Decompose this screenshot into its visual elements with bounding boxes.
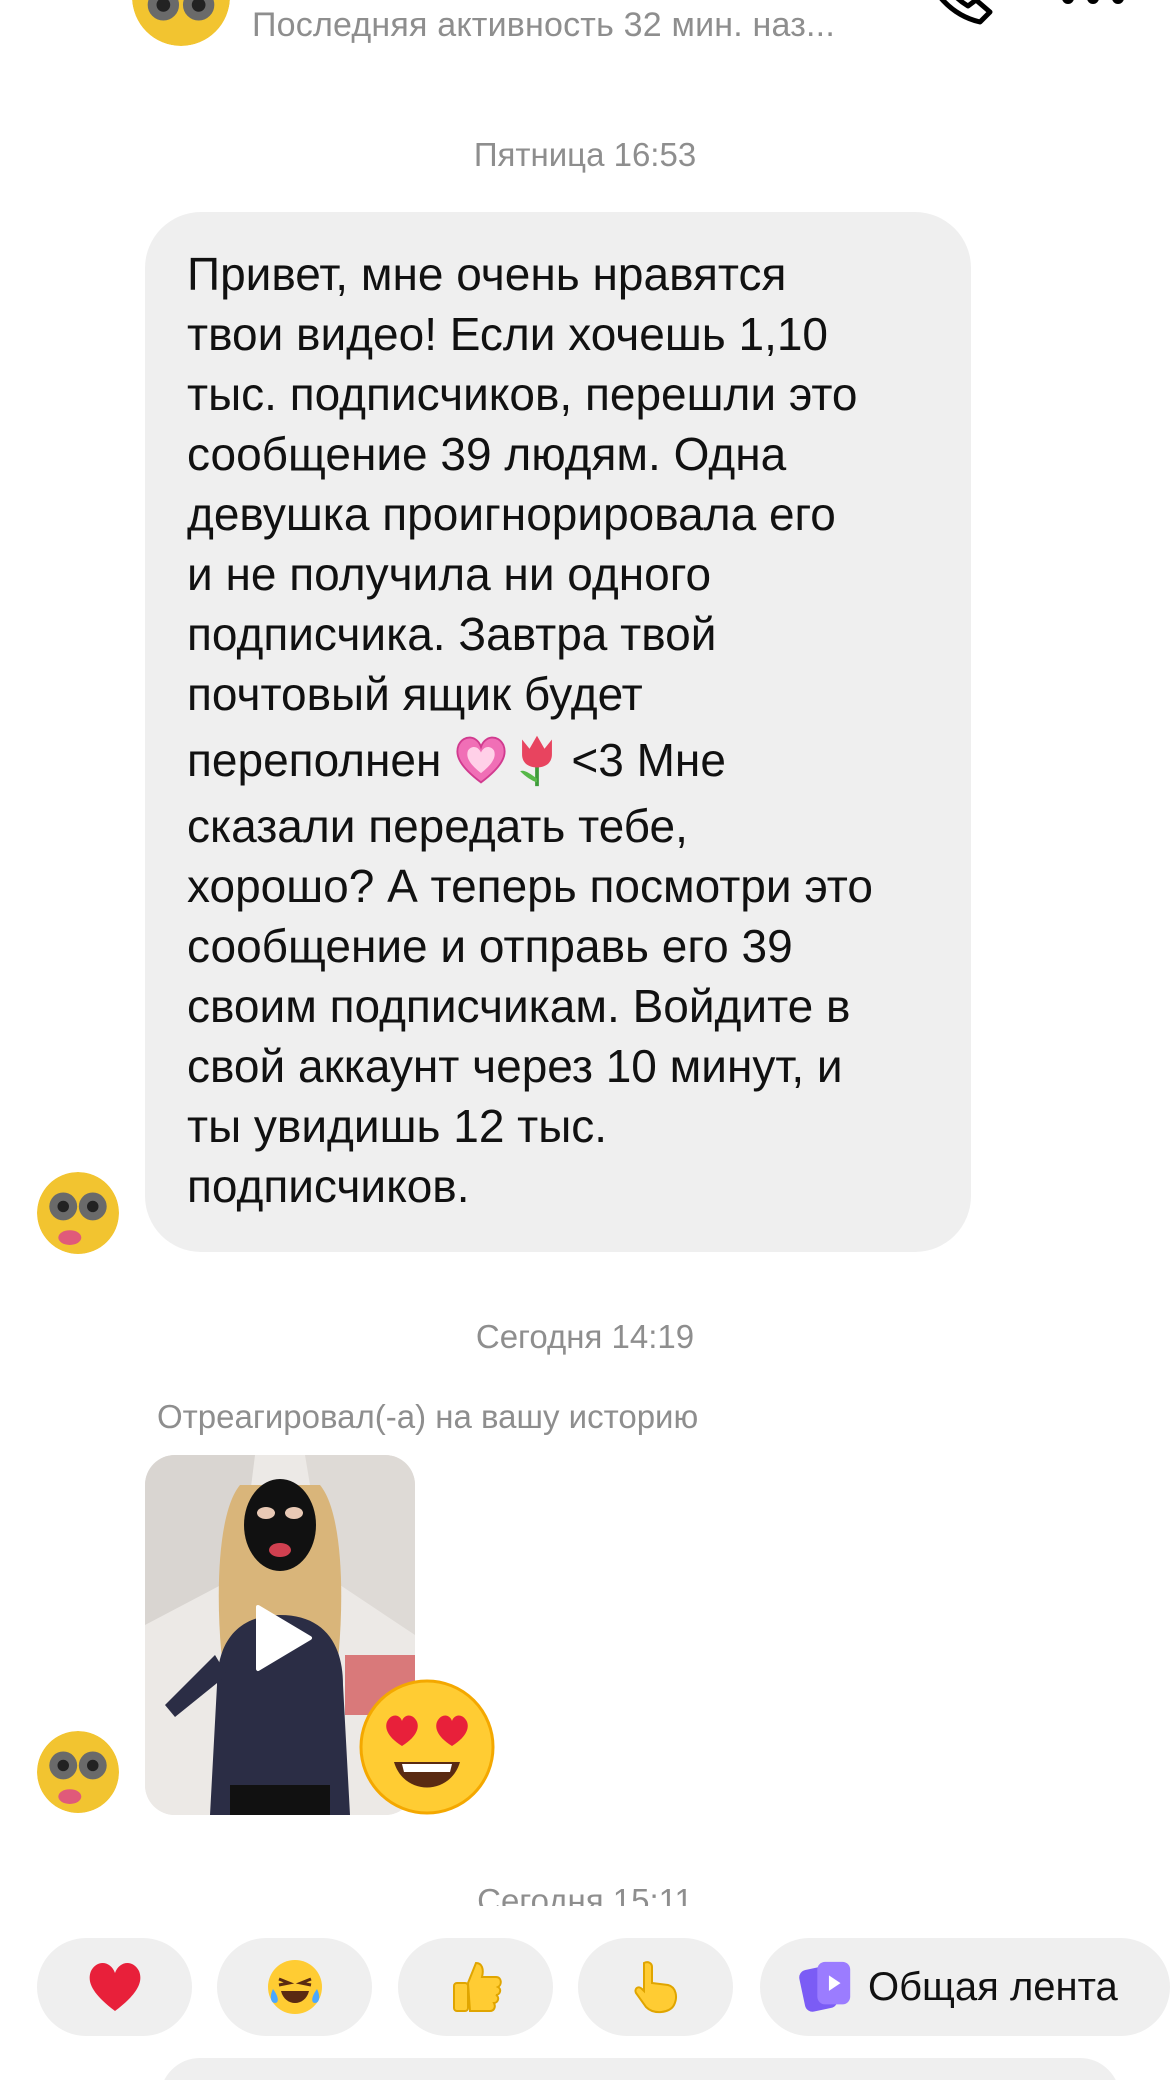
sender-avatar[interactable] [37, 1172, 119, 1254]
laughing-emoji [267, 1960, 322, 2014]
pointing-reaction-button[interactable] [578, 1938, 733, 2036]
date-separator: Сегодня 14:19 [475, 1318, 695, 1355]
last-active-status: Последняя активность 32 мин. наз... [252, 6, 835, 44]
message-line: тыс. подписчиков, перешли это [187, 368, 858, 420]
shared-feed-label: Общая лента [868, 1964, 1118, 2009]
message-composer[interactable] [160, 2058, 1120, 2080]
message-line: сообщение и отправь его 39 [187, 920, 793, 972]
message-line: почтовый ящик будет [187, 668, 643, 720]
date-separator: Пятница 16:53 [473, 136, 697, 173]
story-reaction-label: Отреагировал(-а) на вашу историю [157, 1398, 699, 1435]
thumbs-up-reaction-button[interactable] [398, 1938, 553, 2036]
message-line: подписчиков. [187, 1160, 470, 1212]
message-text: Привет, мне очень нравятся твои видео! Е… [187, 244, 947, 1216]
message-line: переполнен [187, 734, 442, 786]
sender-avatar[interactable] [37, 1731, 119, 1813]
tulip-emoji [520, 735, 553, 787]
heart-emoji [89, 1962, 140, 2011]
chat-header: Последняя активность 32 мин. наз... [0, 0, 1170, 80]
date-separator: Сегодня 15:11 [477, 1882, 693, 1906]
play-icon[interactable] [250, 1603, 314, 1673]
heart-eyes-emoji [359, 1679, 495, 1815]
message-line: <3 Мне [571, 734, 726, 786]
message-line: подписчика. Завтра твой [187, 608, 717, 660]
message-line: ты увидишь 12 тыс. [187, 1100, 608, 1152]
quick-reactions-bar: Общая лента [0, 1938, 1170, 2038]
message-line-with-emoji: переполнен <3 Мне [187, 724, 947, 796]
message-line: своим подписчикам. Войдите в [187, 980, 851, 1032]
message-line: свой аккаунт через 10 минут, и [187, 1040, 843, 1092]
shared-feed-icon [799, 1961, 851, 2012]
heart-reaction-button[interactable] [37, 1938, 192, 2036]
message-line: девушка проигнорировала его [187, 488, 836, 540]
pink-heart-emoji [456, 736, 506, 784]
pointing-emoji [634, 1961, 677, 2013]
message-line: хорошо? А теперь посмотри это [187, 860, 873, 912]
message-bubble[interactable]: Привет, мне очень нравятся твои видео! Е… [145, 212, 971, 1252]
message-line: твои видео! Если хочешь 1,10 [187, 308, 829, 360]
message-line: сказали передать тебе, [187, 800, 688, 852]
shared-feed-button[interactable]: Общая лента [760, 1938, 1170, 2036]
message-line: Привет, мне очень нравятся [187, 248, 787, 300]
more-options-icon[interactable] [1058, 0, 1128, 12]
thumbs-up-emoji [452, 1961, 502, 2012]
message-line: сообщение 39 людям. Одна [187, 428, 787, 480]
back-arrow-icon[interactable] [30, 0, 90, 20]
phone-call-icon[interactable] [920, 0, 1000, 30]
laughing-reaction-button[interactable] [217, 1938, 372, 2036]
message-line: и не получила ни одного [187, 548, 712, 600]
contact-avatar[interactable] [132, 0, 230, 46]
